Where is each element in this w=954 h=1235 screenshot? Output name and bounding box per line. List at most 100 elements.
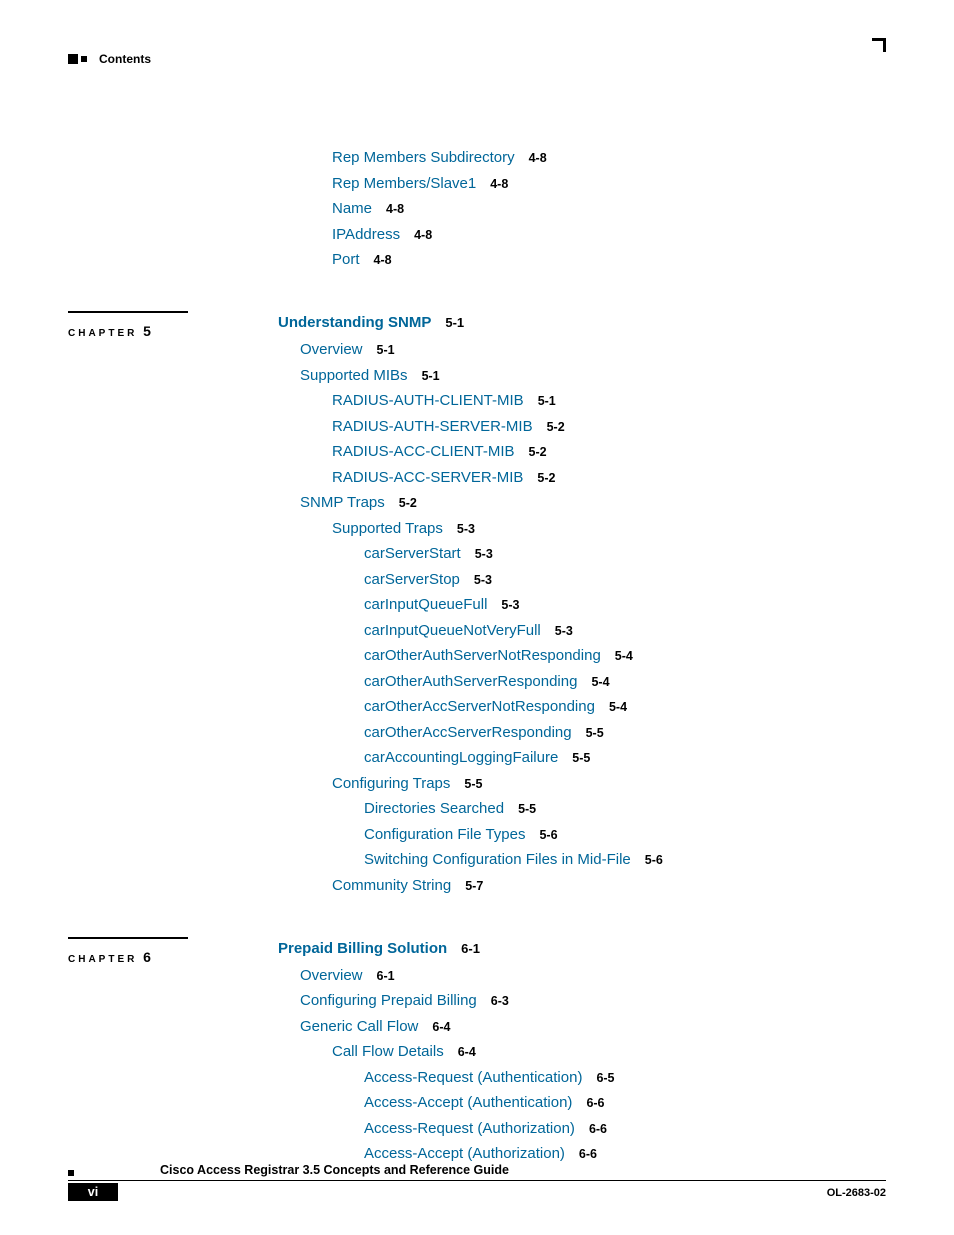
toc-entry: Community String 5-7 <box>332 878 886 893</box>
toc-entry: Directories Searched 5-5 <box>364 801 886 816</box>
toc-entry: Access-Request (Authentication)6-5 <box>364 1070 886 1085</box>
toc-link[interactable]: carOtherAccServerNotResponding <box>364 698 595 715</box>
toc-entry: Overview5-1 <box>300 342 886 357</box>
toc-page-ref: 5-7 <box>465 879 483 893</box>
toc-page-ref: 4-8 <box>386 202 404 216</box>
toc-link[interactable]: Community String <box>332 877 451 894</box>
toc-link[interactable]: Access-Request (Authentication) <box>364 1069 582 1086</box>
header-square-large-icon <box>68 54 78 64</box>
toc-link[interactable]: RADIUS-ACC-SERVER-MIB <box>332 469 523 486</box>
toc-link[interactable]: IPAddress <box>332 226 400 243</box>
toc-page-ref: 5-5 <box>518 802 536 816</box>
toc-entry: carAccountingLoggingFailure 5-5 <box>364 750 886 765</box>
toc-group: Rep Members Subdirectory 4-8 Rep Members/S… <box>278 150 886 267</box>
chapter-number: 5 <box>143 323 151 339</box>
toc-page-ref: 5-6 <box>645 853 663 867</box>
toc-link[interactable]: Supported MIBs <box>300 367 408 384</box>
toc-page-ref: 5-6 <box>539 828 557 842</box>
toc-page-ref: 5-2 <box>547 420 565 434</box>
toc-entry: carInputQueueNotVeryFull 5-3 <box>364 623 886 638</box>
toc-page-ref: 6-1 <box>377 969 395 983</box>
toc-entry: Access-Request (Authorization) 6-6 <box>364 1121 886 1136</box>
toc-page-ref: 6-4 <box>458 1045 476 1059</box>
toc-entry: Call Flow Details 6-4 <box>332 1044 886 1059</box>
toc-link[interactable]: carOtherAccServerResponding <box>364 724 572 741</box>
toc-page-ref: 5-2 <box>537 471 555 485</box>
toc-entry: carOtherAccServerResponding 5-5 <box>364 725 886 740</box>
toc-chapter-title: Prepaid Billing Solution 6-1 <box>278 941 886 956</box>
toc-entry: Supported Traps5-3 <box>332 521 886 536</box>
toc-link[interactable]: Access-Accept (Authentication) <box>364 1094 572 1111</box>
toc-link[interactable]: Rep Members/Slave1 <box>332 175 476 192</box>
toc-link[interactable]: Overview <box>300 967 363 984</box>
toc-link[interactable]: carInputQueueNotVeryFull <box>364 622 541 639</box>
toc-link[interactable]: Switching Configuration Files in Mid-Fil… <box>364 851 631 868</box>
toc-entry: Access-Accept (Authentication)6-6 <box>364 1095 886 1110</box>
toc-entry: carOtherAuthServerResponding 5-4 <box>364 674 886 689</box>
toc-link[interactable]: Port <box>332 251 360 268</box>
toc-link[interactable]: carAccountingLoggingFailure <box>364 749 558 766</box>
toc-page-ref: 4-8 <box>374 253 392 267</box>
toc-entry: Switching Configuration Files in Mid-Fil… <box>364 852 886 867</box>
toc-link[interactable]: Configuration File Types <box>364 826 525 843</box>
toc-link[interactable]: Access-Request (Authorization) <box>364 1120 575 1137</box>
toc-link[interactable]: RADIUS-AUTH-CLIENT-MIB <box>332 392 524 409</box>
toc-link[interactable]: carServerStart <box>364 545 461 562</box>
toc-page-ref: 6-6 <box>589 1122 607 1136</box>
toc-link[interactable]: carOtherAuthServerNotResponding <box>364 647 601 664</box>
toc-link[interactable]: Directories Searched <box>364 800 504 817</box>
part-number: OL-2683-02 <box>827 1187 886 1199</box>
toc-entry: RADIUS-ACC-CLIENT-MIB5-2 <box>332 444 886 459</box>
toc-entry: Supported MIBs5-1 <box>300 368 886 383</box>
toc-link[interactable]: Supported Traps <box>332 520 443 537</box>
toc-link[interactable]: Access-Accept (Authorization) <box>364 1145 565 1162</box>
toc-link[interactable]: RADIUS-AUTH-SERVER-MIB <box>332 418 533 435</box>
toc-entry: RADIUS-AUTH-CLIENT-MIB5-1 <box>332 393 886 408</box>
toc-entry: Access-Accept (Authorization) 6-6 <box>364 1146 886 1161</box>
toc-link[interactable]: Overview <box>300 341 363 358</box>
toc-entry: carInputQueueFull5-3 <box>364 597 886 612</box>
toc-link[interactable]: RADIUS-ACC-CLIENT-MIB <box>332 443 515 460</box>
toc-entry: SNMP Traps 5-2 <box>300 495 886 510</box>
corner-mark-icon <box>872 38 886 52</box>
page-number-badge: vi <box>68 1183 118 1201</box>
footer-square-icon <box>68 1170 74 1176</box>
chapter-label: CHAPTER 6 <box>68 949 151 965</box>
toc-entry: carServerStart 5-3 <box>364 546 886 561</box>
toc-entry: Configuring Prepaid Billing6-3 <box>300 993 886 1008</box>
toc-link[interactable]: Configuring Traps <box>332 775 450 792</box>
toc-link[interactable]: Rep Members Subdirectory <box>332 149 515 166</box>
toc-link[interactable]: Configuring Prepaid Billing <box>300 992 477 1009</box>
toc-page-ref: 5-4 <box>615 649 633 663</box>
chapter-label-text: CHAPTER <box>68 954 143 965</box>
toc-page-ref: 5-5 <box>586 726 604 740</box>
toc-link[interactable]: Generic Call Flow <box>300 1018 418 1035</box>
toc-link[interactable]: carInputQueueFull <box>364 596 487 613</box>
chapter-label-text: CHAPTER <box>68 328 143 339</box>
toc-link[interactable]: carServerStop <box>364 571 460 588</box>
chapter-number: 6 <box>143 949 151 965</box>
toc-entry: carServerStop5-3 <box>364 572 886 587</box>
toc-page-ref: 5-3 <box>555 624 573 638</box>
toc-page-ref: 5-5 <box>572 751 590 765</box>
toc-entry: RADIUS-AUTH-SERVER-MIB 5-2 <box>332 419 886 434</box>
toc-link[interactable]: Name <box>332 200 372 217</box>
toc-page-ref: 5-4 <box>591 675 609 689</box>
toc-group: CHAPTER 6Prepaid Billing Solution6-1Over… <box>278 941 886 1162</box>
toc-entry: Port 4-8 <box>332 252 886 267</box>
toc-entry: Configuring Traps5-5 <box>332 776 886 791</box>
toc-link[interactable]: Call Flow Details <box>332 1043 444 1060</box>
toc-link[interactable]: SNMP Traps <box>300 494 385 511</box>
toc-entry: Configuration File Types 5-6 <box>364 827 886 842</box>
toc-page-ref: 5-3 <box>475 547 493 561</box>
toc-link[interactable]: Prepaid Billing Solution <box>278 940 447 957</box>
page-footer: Cisco Access Registrar 3.5 Concepts and … <box>68 1163 886 1201</box>
toc-page-ref: 5-4 <box>609 700 627 714</box>
chapter-rule <box>68 937 188 939</box>
toc-page-ref: 6-1 <box>461 941 480 956</box>
toc-entry: Overview 6-1 <box>300 968 886 983</box>
toc-page-ref: 6-6 <box>579 1147 597 1161</box>
toc-page-ref: 5-2 <box>399 496 417 510</box>
toc-link[interactable]: carOtherAuthServerResponding <box>364 673 577 690</box>
toc-link[interactable]: Understanding SNMP <box>278 314 431 331</box>
